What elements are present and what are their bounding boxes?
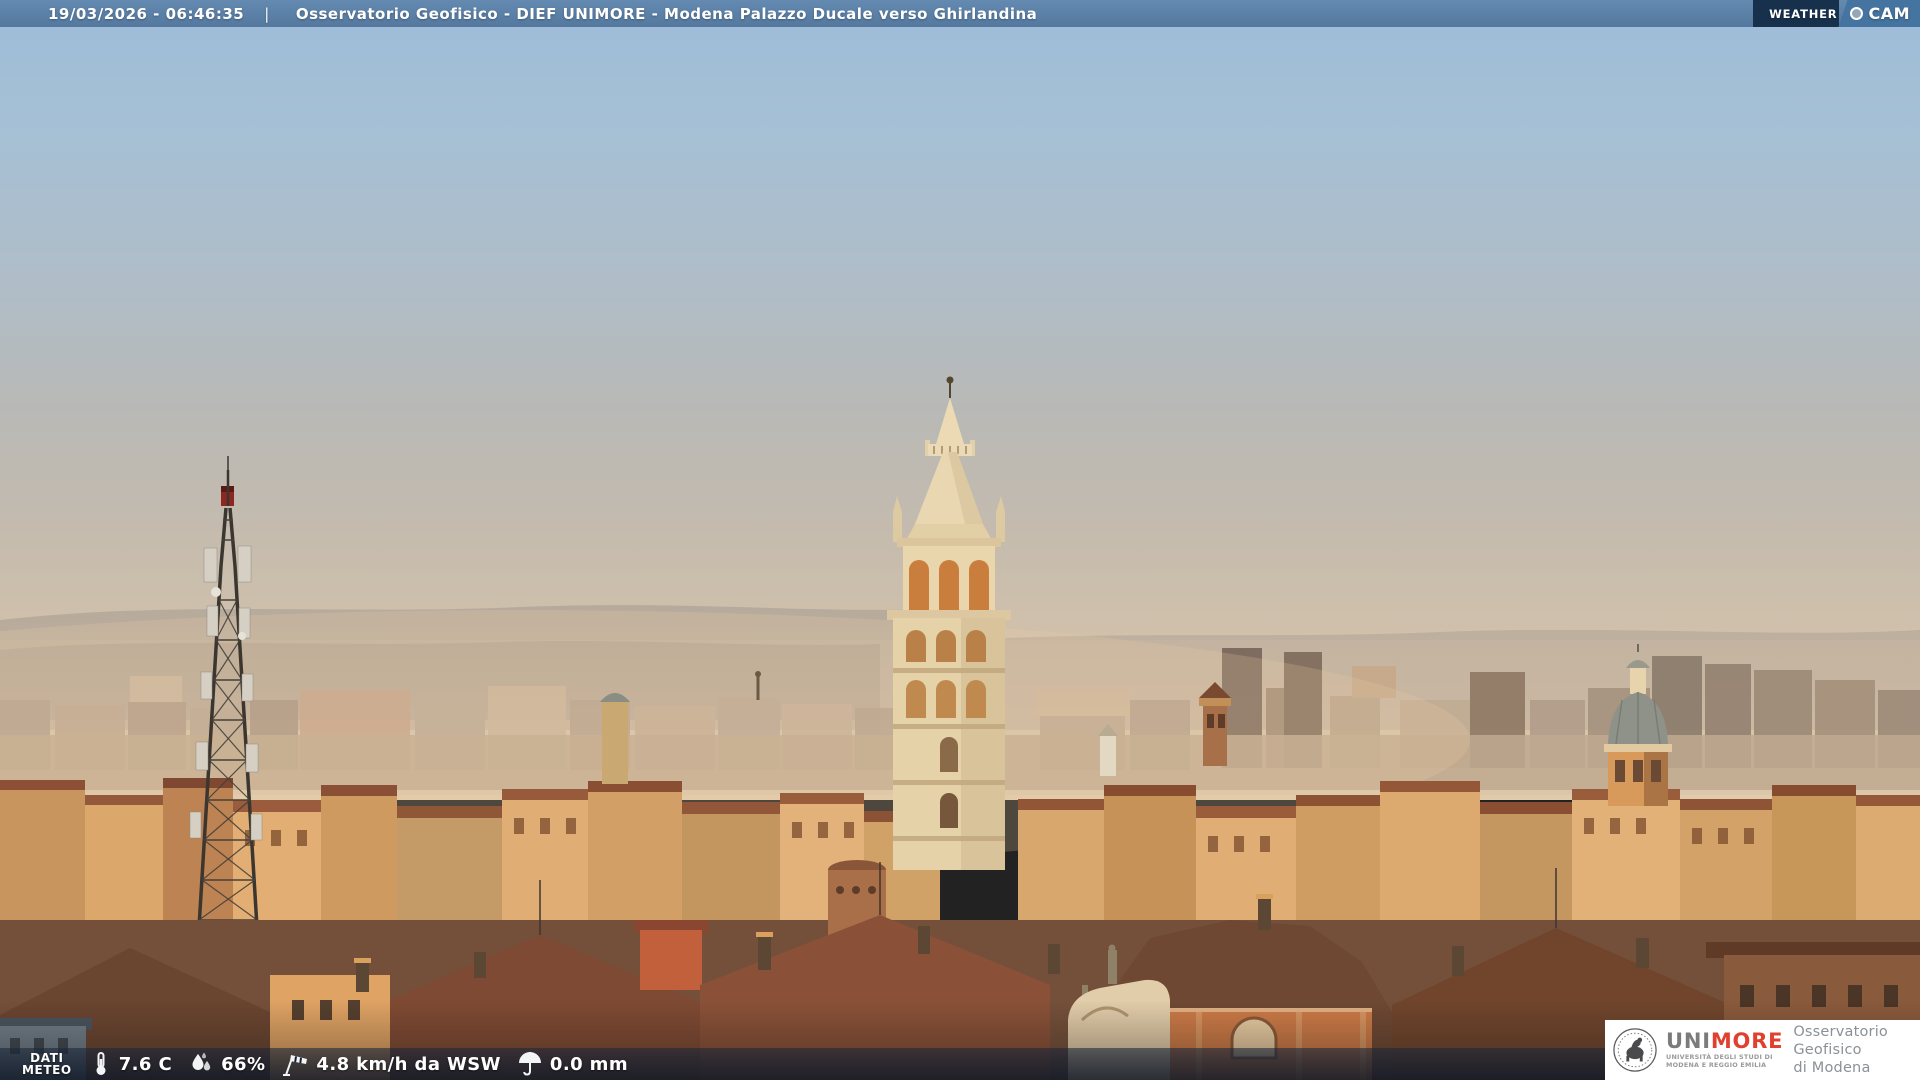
thermometer-icon <box>96 1052 106 1075</box>
webcam-frame: 19/03/2026 - 06:46:35 | Osservatorio Geo… <box>0 0 1920 1080</box>
humidity-value: 66% <box>221 1053 266 1075</box>
observatory-name: Osservatorio Geofisico di Modena <box>1793 1023 1920 1077</box>
weathercam-word1: WEATHER <box>1753 0 1840 27</box>
header-bar: 19/03/2026 - 06:46:35 | Osservatorio Geo… <box>0 0 1920 27</box>
unimore-seal-icon <box>1613 1028 1657 1072</box>
observatory-name-line2: di Modena <box>1793 1060 1871 1076</box>
unimore-branding[interactable]: UNIMORE UNIVERSITÀ DEGLI STUDI DI MODENA… <box>1605 1020 1920 1080</box>
humidity-icon <box>192 1052 211 1071</box>
weathercam-logo-right: CAM <box>1838 0 1920 27</box>
humidity-metric: 66% <box>188 1051 265 1077</box>
unimore-logotype: UNIMORE UNIVERSITÀ DEGLI STUDI DI MODENA… <box>1666 1031 1783 1068</box>
rain-value: 0.0 mm <box>549 1053 628 1075</box>
title-separator: | <box>264 4 270 23</box>
dati-meteo-line2: METEO <box>22 1063 72 1077</box>
weathercam-logo[interactable]: WEATHER CAM <box>1753 0 1920 27</box>
temperature-value: 7.6 C <box>118 1053 173 1075</box>
camera-title: Osservatorio Geofisico - DIEF UNIMORE - … <box>295 4 1038 23</box>
temperature-metric: 7.6 C <box>90 1051 172 1077</box>
rain-metric: 0.0 mm <box>517 1051 628 1077</box>
timestamp: 19/03/2026 - 06:46:35 <box>48 4 245 23</box>
unimore-acronym-gray: UNI <box>1666 1029 1711 1054</box>
unimore-acronym-red: MORE <box>1710 1029 1784 1054</box>
rain-icon <box>518 1052 541 1076</box>
observatory-name-line1: Osservatorio Geofisico <box>1793 1024 1889 1058</box>
wind-metric: 4.8 km/h da WSW <box>281 1051 501 1077</box>
wind-value: 4.8 km/h da WSW <box>316 1053 501 1075</box>
camera-lens-icon <box>1850 7 1864 20</box>
cityscape-photo <box>0 0 1920 1080</box>
wind-icon <box>283 1055 308 1076</box>
university-name-line2: MODENA E REGGIO EMILIA <box>1666 1060 1767 1069</box>
weathercam-word2: CAM <box>1868 4 1910 23</box>
dati-meteo-label: DATI METEO <box>22 1052 72 1076</box>
